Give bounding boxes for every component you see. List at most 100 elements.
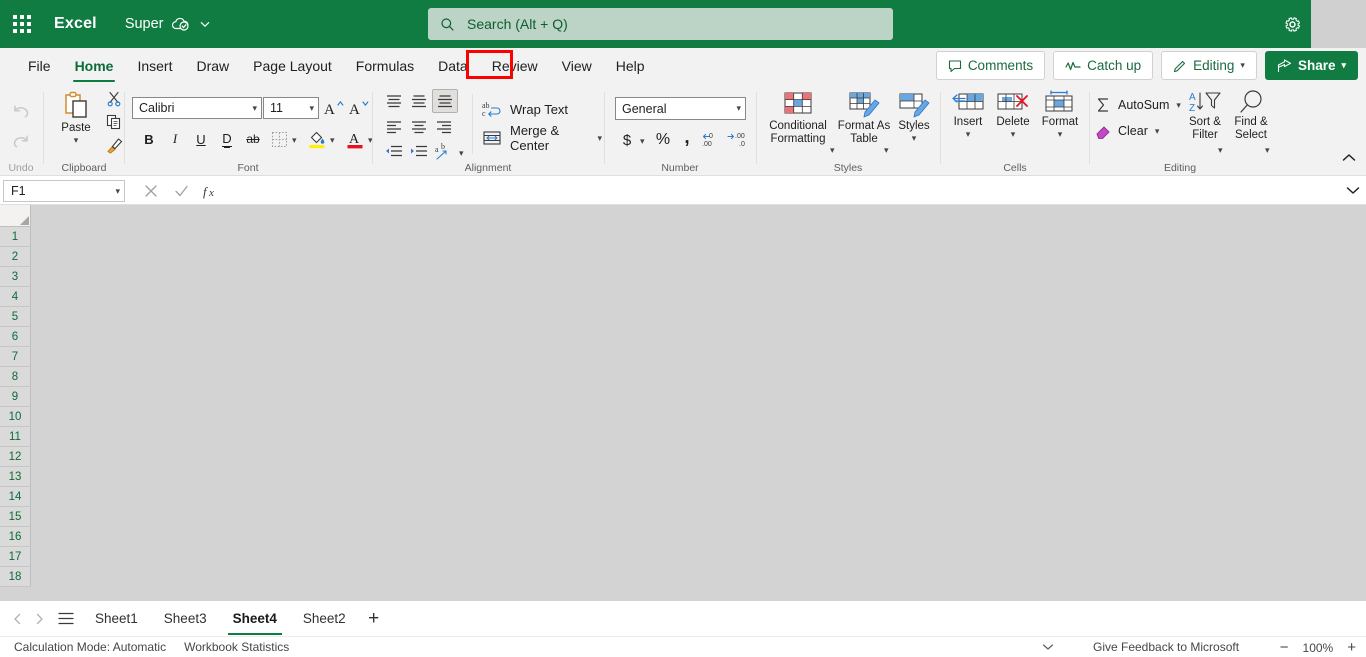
clear-button[interactable]: Clear ▾ <box>1095 120 1159 142</box>
cell-styles-button[interactable]: Styles ▾ <box>892 90 936 143</box>
decrease-font-size-button[interactable]: A <box>347 96 371 120</box>
tab-view[interactable]: View <box>550 48 604 84</box>
grid-cells-area[interactable] <box>31 205 1366 601</box>
tab-page-layout[interactable]: Page Layout <box>241 48 344 84</box>
row-header[interactable]: 15 <box>0 507 31 527</box>
align-left-button[interactable] <box>382 116 406 138</box>
row-header[interactable]: 12 <box>0 447 31 467</box>
undo-button[interactable] <box>6 98 36 124</box>
bold-button[interactable]: B <box>138 128 160 150</box>
cancel-x-icon[interactable] <box>136 180 166 202</box>
align-bottom-button[interactable] <box>432 89 458 113</box>
increase-decimal-button[interactable]: 0 .00 <box>699 129 725 151</box>
increase-indent-button[interactable] <box>407 141 431 163</box>
copy-button[interactable] <box>104 112 124 132</box>
tab-formulas[interactable]: Formulas <box>344 48 426 84</box>
strikethrough-button[interactable]: ab <box>240 128 266 150</box>
currency-format-button[interactable]: $ <box>616 129 638 151</box>
insert-cells-button[interactable]: Insert ▾ <box>946 90 990 139</box>
row-header[interactable]: 7 <box>0 347 31 367</box>
zoom-in-button[interactable]: + <box>1347 640 1356 655</box>
format-as-table-chevron-down-icon[interactable]: ▾ <box>884 146 889 155</box>
borders-button[interactable] <box>268 128 290 150</box>
find-select-button[interactable]: Find & Select <box>1227 90 1275 142</box>
tab-home[interactable]: Home <box>63 48 126 84</box>
row-header[interactable]: 17 <box>0 547 31 567</box>
borders-chevron-down-icon[interactable]: ▾ <box>292 136 297 145</box>
underline-button[interactable]: U <box>190 128 212 150</box>
tab-file[interactable]: File <box>16 48 63 84</box>
fill-color-button[interactable] <box>306 128 328 150</box>
sheet-tab-sheet2[interactable]: Sheet2 <box>290 601 359 636</box>
insert-function-fx-icon[interactable]: f x <box>196 180 226 202</box>
format-painter-button[interactable] <box>104 135 124 155</box>
redo-button[interactable] <box>6 128 36 154</box>
sort-filter-button[interactable]: A Z Sort & Filter <box>1181 90 1229 142</box>
format-cells-button[interactable]: Format ▾ <box>1036 90 1084 139</box>
row-header[interactable]: 6 <box>0 327 31 347</box>
row-header[interactable]: 13 <box>0 467 31 487</box>
row-header[interactable]: 18 <box>0 567 31 587</box>
font-size-combo[interactable]: 11 ▾ <box>263 97 319 119</box>
editing-mode-button[interactable]: Editing ▾ <box>1161 51 1257 80</box>
feedback-link[interactable]: Give Feedback to Microsoft <box>1093 640 1239 654</box>
catch-up-button[interactable]: Catch up <box>1053 51 1154 80</box>
previous-sheet-button[interactable] <box>6 601 28 636</box>
add-sheet-button[interactable]: + <box>359 601 389 636</box>
zoom-out-button[interactable]: − <box>1280 640 1289 655</box>
find-select-chevron-down-icon[interactable]: ▾ <box>1265 146 1270 155</box>
align-top-button[interactable] <box>382 90 406 112</box>
comments-button[interactable]: Comments <box>935 51 1046 80</box>
sheet-tab-sheet4[interactable]: Sheet4 <box>220 601 290 636</box>
autosum-button[interactable]: AutoSum ▾ <box>1095 94 1181 116</box>
tab-insert[interactable]: Insert <box>125 48 184 84</box>
tab-help[interactable]: Help <box>604 48 657 84</box>
row-header[interactable]: 8 <box>0 367 31 387</box>
tab-draw[interactable]: Draw <box>184 48 241 84</box>
share-button[interactable]: Share ▾ <box>1264 51 1358 80</box>
spreadsheet-grid[interactable]: 1 2 3 4 5 6 7 8 9 10 11 12 13 14 15 16 17 18 <box>0 205 1366 601</box>
status-more-chevron-down-icon[interactable] <box>1042 640 1054 654</box>
search-input[interactable]: Search (Alt + Q) <box>428 8 893 40</box>
text-orientation-button[interactable]: a b <box>432 141 456 163</box>
tab-review[interactable]: Review <box>480 48 550 84</box>
conditional-formatting-button[interactable]: Conditional Formatting <box>760 90 836 146</box>
zoom-level-label[interactable]: 100% <box>1303 641 1334 655</box>
collapse-ribbon-button[interactable] <box>1342 149 1356 167</box>
row-header[interactable]: 14 <box>0 487 31 507</box>
row-header[interactable]: 1 <box>0 227 31 247</box>
calculation-mode-status[interactable]: Calculation Mode: Automatic <box>0 640 166 654</box>
align-middle-button[interactable] <box>407 90 431 112</box>
all-sheets-hamburger-icon[interactable] <box>50 601 82 636</box>
sheet-tab-sheet1[interactable]: Sheet1 <box>82 601 151 636</box>
formula-input[interactable] <box>228 180 1340 202</box>
next-sheet-button[interactable] <box>28 601 50 636</box>
percent-format-button[interactable]: % <box>652 129 674 151</box>
sort-filter-chevron-down-icon[interactable]: ▾ <box>1218 146 1223 155</box>
decrease-decimal-button[interactable]: .00 .0 <box>726 129 752 151</box>
align-right-button[interactable] <box>432 116 456 138</box>
sheet-tab-sheet3[interactable]: Sheet3 <box>151 601 220 636</box>
orientation-chevron-down-icon[interactable]: ▾ <box>459 149 464 158</box>
name-box[interactable]: F1 ▾ <box>3 180 125 202</box>
cut-button[interactable] <box>104 89 124 109</box>
workbook-statistics-status[interactable]: Workbook Statistics <box>166 640 289 654</box>
paste-button[interactable]: Paste ▾ <box>48 90 104 145</box>
increase-font-size-button[interactable]: A <box>322 96 346 120</box>
double-underline-button[interactable]: D <box>216 128 238 150</box>
conditional-formatting-chevron-down-icon[interactable]: ▾ <box>830 146 835 155</box>
decrease-indent-button[interactable] <box>382 141 406 163</box>
app-name-label[interactable]: Excel <box>54 15 97 33</box>
format-as-table-button[interactable]: Format As Table <box>836 90 892 146</box>
align-center-button[interactable] <box>407 116 431 138</box>
font-name-combo[interactable]: Calibri ▾ <box>132 97 262 119</box>
select-all-corner[interactable] <box>0 205 31 227</box>
merge-center-button[interactable]: Merge & Center ▾ <box>482 123 602 153</box>
tab-data[interactable]: Data <box>426 48 480 84</box>
wrap-text-button[interactable]: ab c Wrap Text <box>482 98 568 120</box>
expand-formula-bar-button[interactable] <box>1346 182 1360 200</box>
row-header[interactable]: 2 <box>0 247 31 267</box>
document-menu-chevron-down-icon[interactable] <box>199 18 211 30</box>
row-header[interactable]: 11 <box>0 427 31 447</box>
italic-button[interactable]: I <box>164 128 186 150</box>
